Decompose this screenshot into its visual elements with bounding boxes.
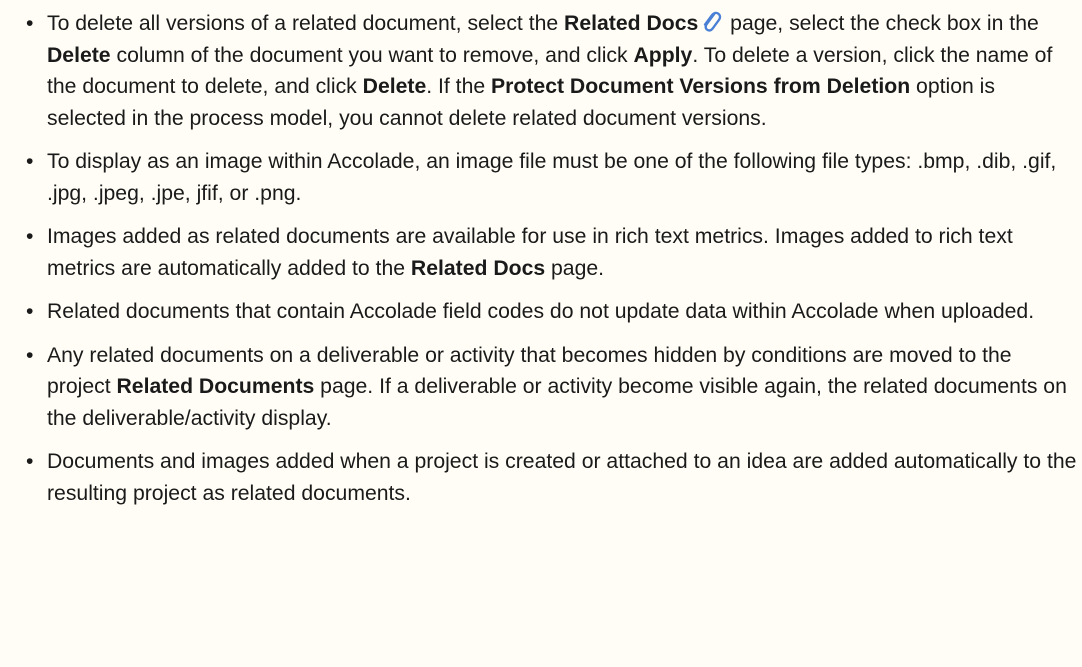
list-item: • Images added as related documents are a… (26, 221, 1077, 284)
body-text: . If the (426, 75, 492, 98)
document-page: • To delete all versions of a related doc… (0, 0, 1082, 667)
bullet-marker: • (26, 12, 34, 35)
body-text: Related documents that contain Accolade … (47, 300, 1035, 323)
list-item: • Related documents that contain Accolade… (26, 296, 1077, 328)
bold-term: Protect Document Versions from Deletion (491, 75, 911, 98)
list-item: • To display as an image within Accolade,… (26, 146, 1077, 209)
body-text: page. (545, 256, 605, 280)
body-text: page, select the check box in the (724, 12, 1039, 35)
list-item: • To delete all versions of a related doc… (26, 8, 1077, 134)
bold-term: Apply (633, 43, 693, 67)
body-text: column of the document you want to remov… (110, 43, 634, 67)
paperclip-icon (700, 8, 722, 34)
bullet-marker: • (26, 150, 34, 173)
bold-term: Related Docs (564, 12, 699, 35)
body-text: To display as an image within Accolade, … (47, 150, 1057, 205)
bullet-marker: • (26, 343, 34, 367)
bullet-marker: • (26, 450, 34, 473)
bullet-marker: • (26, 300, 34, 323)
bullet-marker: • (26, 225, 34, 248)
body-text: Documents and images added when a projec… (47, 450, 1077, 505)
bold-term: Delete (362, 75, 427, 98)
bold-term: Related Docs (410, 256, 546, 280)
bold-term: Delete (47, 43, 111, 67)
body-text: To delete all versions of a related docu… (47, 12, 565, 35)
list-item: • Documents and images added when a proje… (26, 446, 1077, 509)
list-item: • Any related documents on a deliverable … (26, 340, 1077, 435)
bold-term: Related Documents (116, 375, 315, 398)
bullet-list: • To delete all versions of a related doc… (26, 8, 1082, 509)
